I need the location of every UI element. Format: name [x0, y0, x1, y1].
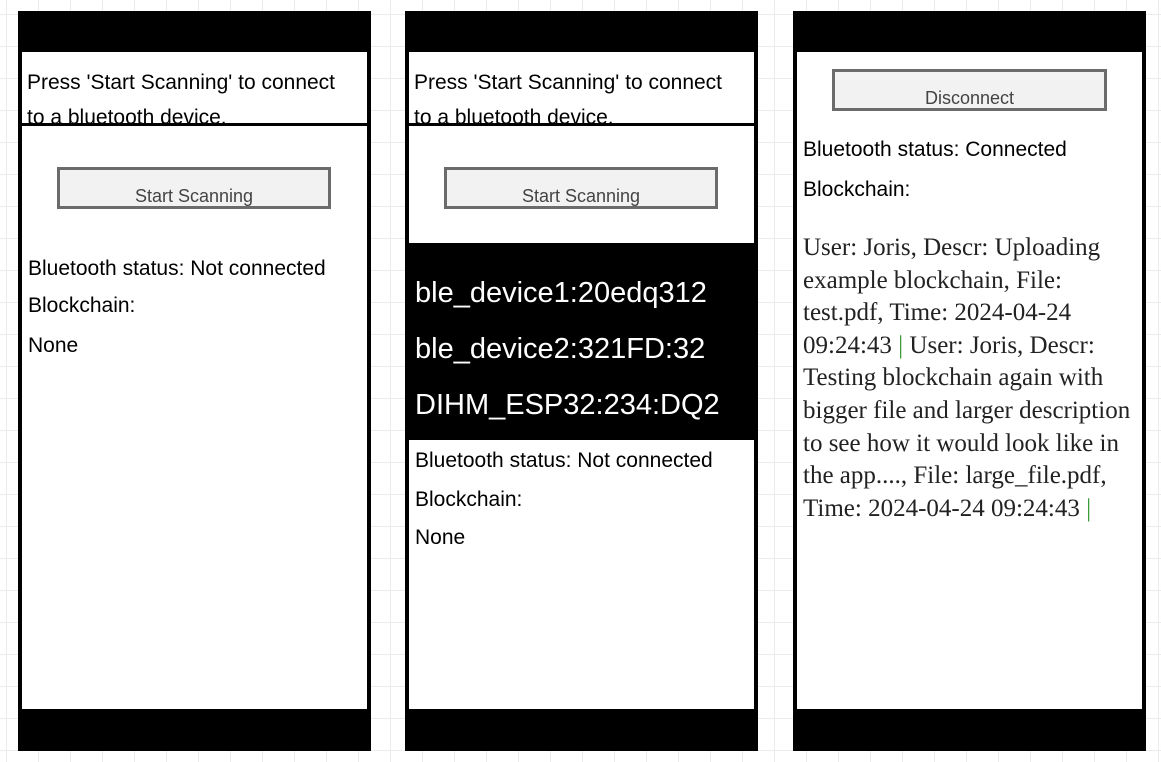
- disconnect-button[interactable]: Disconnect: [832, 69, 1107, 111]
- intro-line-1: Press 'Start Scanning' to connect: [414, 71, 723, 94]
- intro-line-2: to a bluetooth device.: [27, 106, 227, 126]
- blockchain-label: Blockchain:: [803, 178, 911, 201]
- intro-line-1: Press 'Start Scanning' to connect: [27, 71, 336, 94]
- bluetooth-status: Bluetooth status: Connected: [803, 138, 1067, 161]
- bluetooth-status: Bluetooth status: Not connected: [415, 449, 713, 472]
- start-scanning-label: Start Scanning: [134, 186, 254, 206]
- start-scanning-button[interactable]: Start Scanning: [444, 167, 718, 209]
- device-list-item[interactable]: ble_device1:20edq312: [415, 276, 707, 310]
- app-screen: Press 'Start Scanning' to connect to a b…: [22, 52, 367, 709]
- blockchain-value: None: [28, 334, 79, 357]
- intro-text: Press 'Start Scanning' to connect to a b…: [22, 52, 367, 126]
- phone-screen-3: Disconnect Bluetooth status: Connected B…: [793, 11, 1146, 751]
- blockchain-value: None: [415, 526, 466, 549]
- intro-text: Press 'Start Scanning' to connect to a b…: [409, 52, 754, 126]
- blockchain-label: Blockchain:: [415, 488, 523, 511]
- entry-separator: |: [1086, 494, 1092, 522]
- disconnect-label: Disconnect: [924, 88, 1015, 108]
- blockchain-label: Blockchain:: [28, 294, 136, 317]
- app-screen: Press 'Start Scanning' to connect to a b…: [409, 52, 754, 709]
- device-list: ble_device1:20edq312 ble_device2:321FD:3…: [409, 243, 754, 440]
- device-list-item[interactable]: ble_device2:321FD:32: [415, 332, 705, 366]
- start-scanning-label: Start Scanning: [521, 186, 641, 206]
- start-scanning-button[interactable]: Start Scanning: [57, 167, 331, 209]
- blockchain-entry: User: Joris, Descr: Testing blockchain a…: [803, 331, 1131, 522]
- blockchain-entries: User: Joris, Descr: Uploading example bl…: [803, 232, 1142, 525]
- app-screen: Disconnect Bluetooth status: Connected B…: [797, 52, 1142, 709]
- intro-line-2: to a bluetooth device.: [414, 106, 614, 126]
- entry-separator: |: [898, 331, 904, 359]
- bluetooth-status: Bluetooth status: Not connected: [28, 257, 326, 280]
- device-list-item[interactable]: DIHM_ESP32:234:DQ2: [415, 388, 720, 422]
- phone-screen-1: Press 'Start Scanning' to connect to a b…: [18, 11, 371, 751]
- phone-screen-2: Press 'Start Scanning' to connect to a b…: [405, 11, 758, 751]
